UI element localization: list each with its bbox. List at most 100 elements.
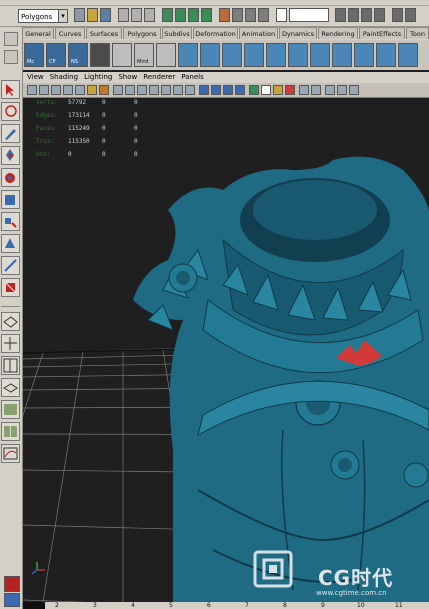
- shelf-tab-general[interactable]: General: [22, 27, 54, 39]
- shelf-button-blue-10[interactable]: [376, 43, 396, 67]
- shelf-button-cp[interactable]: CP: [46, 43, 66, 67]
- film-gate-icon[interactable]: [125, 85, 135, 95]
- channel-box-toggle-icon[interactable]: [335, 8, 346, 22]
- xray-icon[interactable]: [235, 85, 245, 95]
- command-line-icon[interactable]: [4, 593, 20, 607]
- gate-mask-icon[interactable]: [149, 85, 159, 95]
- shelf-button-mc[interactable]: Mc: [24, 43, 44, 67]
- shelf-button-blue-2[interactable]: [200, 43, 220, 67]
- time-slider[interactable]: [23, 602, 429, 609]
- isolate-view-icon[interactable]: [299, 85, 309, 95]
- panel-layout-icon[interactable]: [392, 8, 403, 22]
- panel-menu-renderer[interactable]: Renderer: [143, 73, 175, 81]
- viewport-renderer-icon[interactable]: [349, 85, 359, 95]
- hud-toggle-icon[interactable]: [325, 85, 335, 95]
- resolution-gate-icon[interactable]: [137, 85, 147, 95]
- select-tool-icon[interactable]: [1, 80, 20, 99]
- camera-attributes-icon[interactable]: [39, 85, 49, 95]
- select-object-icon[interactable]: [131, 8, 142, 22]
- paint-select-tool-icon[interactable]: [1, 124, 20, 143]
- shelf-button-curve[interactable]: [90, 43, 110, 67]
- shelf-button-blue-4[interactable]: [244, 43, 264, 67]
- grease-pencil-icon[interactable]: [87, 85, 97, 95]
- shelf-tab-polygons[interactable]: Polygons: [123, 27, 161, 39]
- layout-four-view-icon[interactable]: [1, 334, 20, 353]
- panel-layout-icon[interactable]: [405, 8, 416, 22]
- wireframe-on-shaded-icon[interactable]: [223, 85, 233, 95]
- new-scene-icon[interactable]: [74, 8, 85, 22]
- wireframe-icon[interactable]: [199, 85, 209, 95]
- shelf-button-blue-8[interactable]: [332, 43, 352, 67]
- soft-modification-icon[interactable]: [1, 234, 20, 253]
- shelf-button-blue-3[interactable]: [222, 43, 242, 67]
- layout-outliner-icon[interactable]: [1, 422, 20, 441]
- image-plane-icon[interactable]: [63, 85, 73, 95]
- panel-menu-show[interactable]: Show: [118, 73, 137, 81]
- current-time-marker[interactable]: [23, 602, 45, 609]
- panel-menu-lighting[interactable]: Lighting: [84, 73, 112, 81]
- safe-title-icon[interactable]: [185, 85, 195, 95]
- layer-editor-toggle-icon[interactable]: [374, 8, 385, 22]
- all-lights-icon[interactable]: [273, 85, 283, 95]
- panel-menu-panels[interactable]: Panels: [181, 73, 204, 81]
- textured-icon[interactable]: [249, 85, 259, 95]
- snap-point-icon[interactable]: [188, 8, 199, 22]
- snap-surface-icon[interactable]: [201, 8, 212, 22]
- grid-toggle-icon[interactable]: [113, 85, 123, 95]
- bookmark-icon[interactable]: [51, 85, 61, 95]
- select-component-icon[interactable]: [144, 8, 155, 22]
- panel-menu-view[interactable]: View: [27, 73, 44, 81]
- shelf-tab-toon[interactable]: Toon: [406, 27, 429, 39]
- shelf-button-blue-6[interactable]: [288, 43, 308, 67]
- last-tool-icon[interactable]: [1, 278, 20, 297]
- shelf-tab-rendering[interactable]: Rendering: [318, 27, 358, 39]
- shelf-tab-curves[interactable]: Curves: [55, 27, 85, 39]
- lasso-tool-icon[interactable]: [1, 102, 20, 121]
- scale-tool-icon[interactable]: [1, 190, 20, 209]
- shelf-button-tool[interactable]: [112, 43, 132, 67]
- render-icon[interactable]: [232, 8, 243, 22]
- attribute-editor-toggle-icon[interactable]: [361, 8, 372, 22]
- shelf-button-blue-9[interactable]: [354, 43, 374, 67]
- show-manipulator-icon[interactable]: [1, 256, 20, 275]
- shelf-button-blue-7[interactable]: [310, 43, 330, 67]
- panel-menu-shading[interactable]: Shading: [50, 73, 78, 81]
- history-icon[interactable]: [219, 8, 230, 22]
- smooth-shade-icon[interactable]: [211, 85, 221, 95]
- quick-select-field[interactable]: [289, 8, 329, 22]
- shelf-button-blue-11[interactable]: [398, 43, 418, 67]
- frame-selected-icon[interactable]: [311, 85, 321, 95]
- rotate-tool-icon[interactable]: [1, 168, 20, 187]
- shadows-icon[interactable]: [285, 85, 295, 95]
- shelf-button-ns[interactable]: NS: [68, 43, 88, 67]
- shelf-tab-deformation[interactable]: Deformation: [193, 27, 238, 39]
- save-scene-icon[interactable]: [100, 8, 111, 22]
- script-editor-icon[interactable]: [4, 576, 20, 592]
- shelf-tab-surfaces[interactable]: Surfaces: [86, 27, 122, 39]
- highlight-selection-icon[interactable]: [337, 85, 347, 95]
- open-scene-icon[interactable]: [87, 8, 98, 22]
- shelf-tab-subdivs[interactable]: Subdivs: [162, 27, 192, 39]
- ipr-render-icon[interactable]: [245, 8, 256, 22]
- render-settings-icon[interactable]: [258, 8, 269, 22]
- safe-action-icon[interactable]: [173, 85, 183, 95]
- tool-settings-toggle-icon[interactable]: [348, 8, 359, 22]
- select-hierarchy-icon[interactable]: [118, 8, 129, 22]
- shelf-button-blue-5[interactable]: [266, 43, 286, 67]
- select-camera-icon[interactable]: [27, 85, 37, 95]
- move-tool-icon[interactable]: [1, 146, 20, 165]
- layout-persp-graph-icon[interactable]: [1, 378, 20, 397]
- isolate-select-icon[interactable]: [99, 85, 109, 95]
- shelf-button-tool-2[interactable]: [156, 43, 176, 67]
- shelf-button-blue-1[interactable]: [178, 43, 198, 67]
- default-lighting-icon[interactable]: [261, 85, 271, 95]
- universal-manipulator-icon[interactable]: [1, 212, 20, 231]
- shelf-button-mrrd[interactable]: Mrrd: [134, 43, 154, 67]
- snap-curve-icon[interactable]: [175, 8, 186, 22]
- layout-two-panes-icon[interactable]: [1, 356, 20, 375]
- snap-grid-icon[interactable]: [162, 8, 173, 22]
- layout-hypershade-icon[interactable]: [1, 400, 20, 419]
- 2d-pan-zoom-icon[interactable]: [75, 85, 85, 95]
- field-chart-icon[interactable]: [161, 85, 171, 95]
- shelf-tab-dynamics[interactable]: Dynamics: [279, 27, 317, 39]
